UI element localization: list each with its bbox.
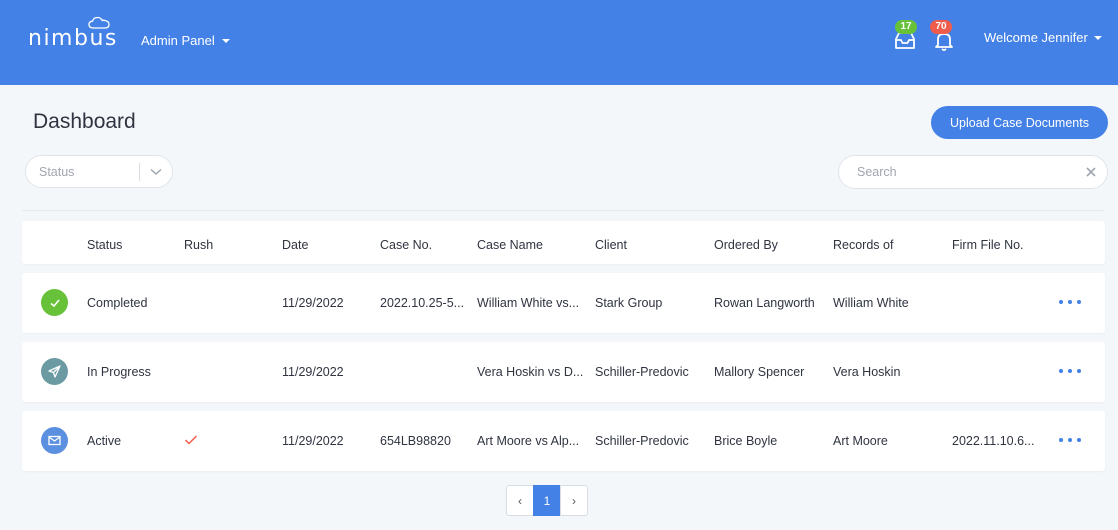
notifications-button[interactable]: 70 (930, 20, 956, 52)
row-actions-more-icon[interactable] (1059, 364, 1081, 378)
column-header-client[interactable]: Client (595, 238, 707, 252)
cell-client: Schiller-Predovic (595, 434, 689, 448)
cell-status: Active (87, 434, 122, 448)
pagination-prev-button[interactable]: ‹ (506, 485, 534, 516)
caret-down-icon (221, 38, 230, 43)
search-box (838, 155, 1108, 189)
cell-status: In Progress (87, 365, 151, 379)
admin-panel-label: Admin Panel (141, 33, 215, 48)
status-completed-badge (41, 289, 68, 316)
search-input[interactable] (857, 165, 1077, 179)
status-active-badge (41, 427, 68, 454)
column-header-records-of[interactable]: Records of (833, 238, 945, 252)
chevron-down-icon (150, 168, 162, 175)
user-menu[interactable]: Welcome Jennifer (984, 30, 1102, 45)
pagination: ‹ 1 › (506, 485, 588, 516)
top-navigation-bar: nimbus Admin Panel 17 70 Welcome Jennife… (0, 0, 1118, 85)
column-header-case-name[interactable]: Case Name (477, 238, 587, 252)
paper-plane-icon (48, 365, 61, 378)
page-title: Dashboard (33, 110, 136, 133)
cell-date: 11/29/2022 (282, 434, 344, 448)
column-header-case-no[interactable]: Case No. (380, 238, 468, 252)
column-header-status[interactable]: Status (87, 238, 177, 252)
cell-case-name: William White vs... (477, 296, 580, 310)
column-header-date[interactable]: Date (282, 238, 372, 252)
row-actions-more-icon[interactable] (1059, 433, 1081, 447)
cell-firm-file-no: 2022.11.10.6... (952, 434, 1035, 448)
cell-date: 11/29/2022 (282, 296, 344, 310)
upload-case-documents-button[interactable]: Upload Case Documents (931, 106, 1108, 139)
cell-records-of: Art Moore (833, 434, 888, 448)
rush-check-icon (184, 435, 198, 445)
table-header-row: Status Rush Date Case No. Case Name Clie… (22, 221, 1105, 264)
row-actions-more-icon[interactable] (1059, 295, 1081, 309)
check-icon (49, 298, 60, 307)
select-separator (139, 162, 140, 181)
cell-case-no: 2022.10.25-5... (380, 296, 465, 310)
caret-down-icon (1093, 35, 1102, 40)
clear-search-icon[interactable] (1085, 166, 1097, 178)
table-row[interactable]: Completed 11/29/2022 2022.10.25-5... Wil… (22, 273, 1105, 333)
cell-records-of: Vera Hoskin (833, 365, 901, 379)
cell-records-of: William White (833, 296, 909, 310)
pagination-next-button[interactable]: › (560, 485, 588, 516)
welcome-label: Welcome Jennifer (984, 30, 1088, 45)
cell-status: Completed (87, 296, 148, 310)
divider (22, 210, 1105, 211)
column-header-rush[interactable]: Rush (184, 238, 274, 252)
column-header-ordered-by[interactable]: Ordered By (714, 238, 826, 252)
status-filter-placeholder: Status (39, 164, 75, 179)
cell-ordered-by: Brice Boyle (714, 434, 778, 448)
cell-date: 11/29/2022 (282, 365, 344, 379)
table-row[interactable]: Active 11/29/2022 654LB98820 Art Moore v… (22, 411, 1105, 471)
cell-case-name: Art Moore vs Alp... (477, 434, 580, 448)
inbox-count-badge: 17 (895, 20, 917, 34)
pagination-page-1[interactable]: 1 (533, 485, 561, 516)
notifications-count-badge: 70 (930, 20, 952, 34)
nimbus-logo[interactable]: nimbus (28, 16, 118, 51)
status-filter-select[interactable]: Status (25, 155, 173, 188)
envelope-icon (48, 435, 61, 446)
table-row[interactable]: In Progress 11/29/2022 Vera Hoskin vs D.… (22, 342, 1105, 402)
cloud-icon (88, 16, 110, 29)
cell-ordered-by: Rowan Langworth (714, 296, 815, 310)
cell-case-name: Vera Hoskin vs D... (477, 365, 584, 379)
cell-client: Stark Group (595, 296, 663, 310)
cell-ordered-by: Mallory Spencer (714, 365, 805, 379)
admin-panel-menu[interactable]: Admin Panel (141, 33, 230, 48)
inbox-button[interactable]: 17 (893, 20, 917, 52)
cell-case-no: 654LB98820 (380, 434, 451, 448)
cell-client: Schiller-Predovic (595, 365, 689, 379)
column-header-firm-file-no[interactable]: Firm File No. (952, 238, 1040, 252)
status-in-progress-badge (41, 358, 68, 385)
